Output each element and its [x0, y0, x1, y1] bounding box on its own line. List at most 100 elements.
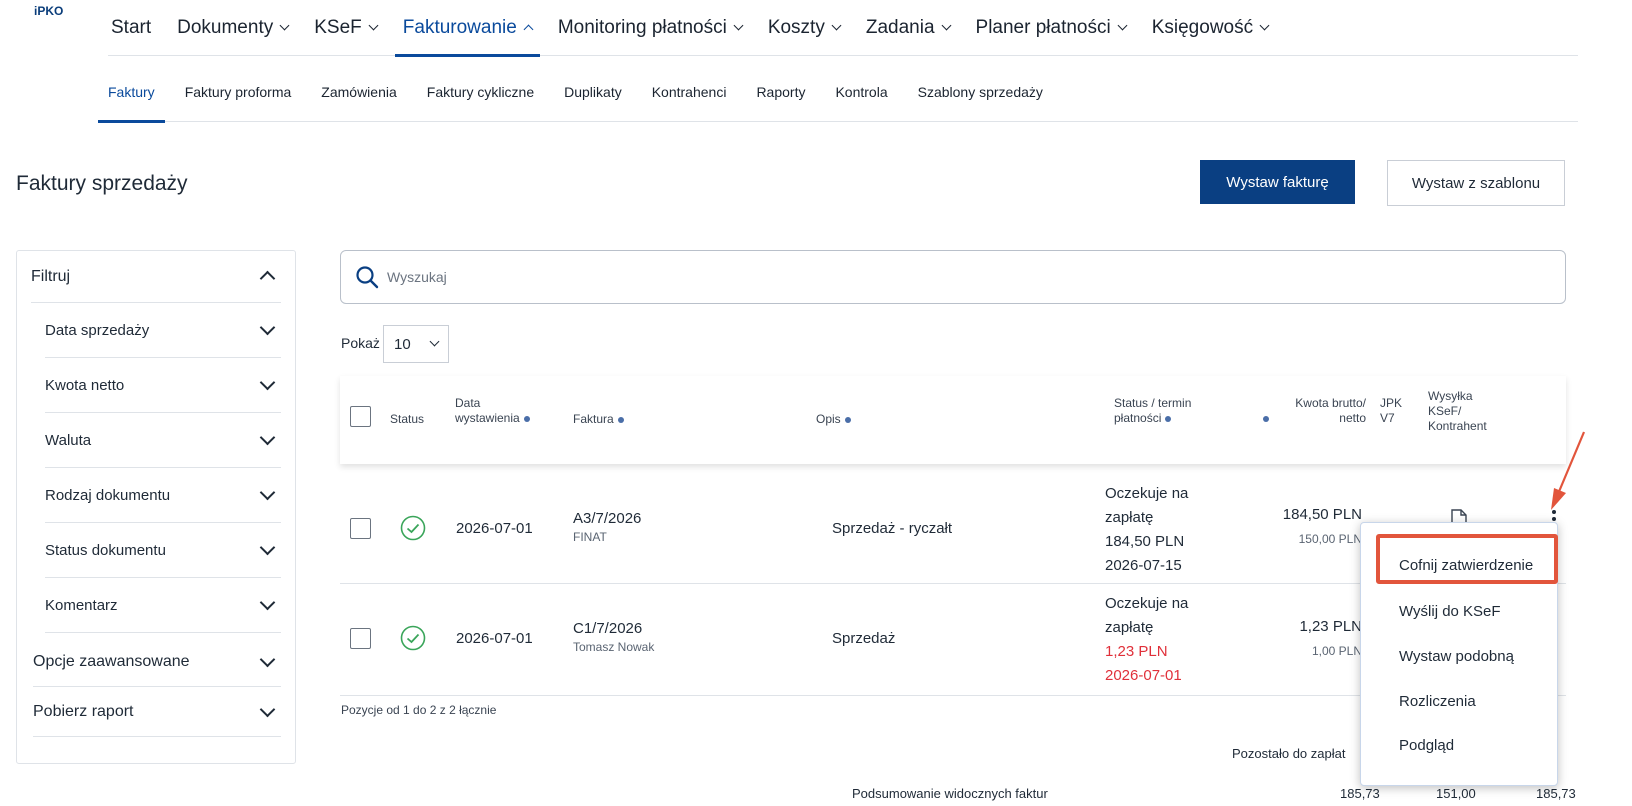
col-invoice[interactable]: Faktura	[573, 412, 624, 427]
chevron-down-icon	[259, 701, 276, 717]
page-title: Faktury sprzedaży	[16, 172, 188, 195]
tab-faktury-cykliczne[interactable]: Faktury cykliczne	[427, 62, 534, 122]
tab-duplikaty[interactable]: Duplikaty	[564, 62, 622, 122]
col-label: V7	[1380, 411, 1395, 425]
chevron-up-icon	[259, 270, 276, 287]
issue-from-template-button[interactable]: Wystaw z szablonu	[1387, 160, 1565, 206]
col-label: Data	[455, 396, 481, 410]
tab-faktury-proforma[interactable]: Faktury proforma	[185, 62, 292, 122]
summary-remaining: 185,73	[1536, 786, 1576, 801]
col-label: netto	[1339, 411, 1366, 425]
filter-label: Data sprzedaży	[45, 321, 150, 339]
invoice-number[interactable]: C1/7/2026	[573, 620, 642, 637]
nav-ksef[interactable]: KSeF	[314, 0, 379, 56]
filter-currency[interactable]: Waluta	[45, 413, 281, 468]
sort-icon[interactable]	[1263, 416, 1269, 422]
search-box	[340, 250, 1566, 304]
menu-issue-similar[interactable]: Wystaw podobną	[1399, 648, 1514, 665]
nav-fakturowanie[interactable]: Fakturowanie	[394, 0, 540, 57]
chevron-down-icon	[259, 651, 276, 667]
filter-label: Komentarz	[45, 596, 118, 614]
col-status-due[interactable]: Status / termin płatności	[1114, 396, 1191, 426]
col-issue-date[interactable]: Data wystawienia	[455, 396, 530, 426]
net-amount: 150,00 PLN	[1298, 532, 1362, 546]
filter-panel: Filtruj Data sprzedaży Kwota netto Walut…	[16, 250, 296, 764]
col-status: Status	[390, 412, 425, 426]
advanced-options[interactable]: Opcje zaawansowane	[33, 637, 281, 687]
nav-label: Księgowość	[1151, 16, 1254, 38]
sort-icon[interactable]	[523, 415, 530, 422]
tab-kontrola[interactable]: Kontrola	[835, 62, 887, 122]
col-label: Wysyłka	[1428, 389, 1473, 403]
due-amount: 184,50 PLN	[1105, 533, 1185, 550]
filter-label: Waluta	[45, 431, 92, 449]
pagination-info: Pozycje od 1 do 2 z 2 łącznie	[341, 703, 497, 717]
payment-status: Oczekuje na zapłatę 184,50 PLN 2026-07-1…	[1105, 482, 1188, 578]
due-amount-overdue: 1,23 PLN	[1105, 643, 1168, 660]
filter-net-amount[interactable]: Kwota netto	[45, 358, 281, 413]
col-label: płatności	[1114, 411, 1162, 425]
nav-monitoring[interactable]: Monitoring płatności	[557, 0, 744, 56]
chevron-down-icon	[259, 429, 276, 446]
nav-label: Koszty	[767, 16, 825, 38]
filter-document-status[interactable]: Status dokumentu	[45, 523, 281, 578]
col-label: Kwota brutto/	[1295, 396, 1366, 410]
search-icon	[356, 266, 379, 289]
chevron-down-icon	[259, 484, 276, 501]
nav-label: Monitoring płatności	[557, 16, 727, 38]
select-all-checkbox[interactable]	[350, 406, 371, 427]
sort-icon[interactable]	[1165, 415, 1172, 422]
tab-kontrahenci[interactable]: Kontrahenci	[652, 62, 727, 122]
app-logo[interactable]: iPKO	[34, 4, 63, 18]
menu-settlements[interactable]: Rozliczenia	[1399, 693, 1476, 710]
download-report-label: Pobierz raport	[33, 702, 134, 720]
nav-start[interactable]: Start	[111, 0, 151, 56]
menu-preview[interactable]: Podgląd	[1399, 737, 1454, 754]
issue-date: 2026-07-01	[456, 630, 533, 647]
tab-szablony[interactable]: Szablony sprzedaży	[918, 62, 1043, 122]
filter-sale-date[interactable]: Data sprzedaży	[45, 303, 281, 358]
due-date-overdue: 2026-07-01	[1105, 667, 1182, 684]
payment-status: Oczekuje na zapłatę 1,23 PLN 2026-07-01	[1105, 592, 1188, 688]
row-checkbox[interactable]	[350, 628, 371, 649]
nav-zadania[interactable]: Zadania	[866, 0, 951, 56]
sort-icon[interactable]	[617, 416, 624, 423]
search-input[interactable]	[387, 269, 1487, 285]
page-size-select[interactable]: 10	[383, 325, 449, 363]
summary-gross: 185,73	[1340, 786, 1380, 801]
download-report[interactable]: Pobierz raport	[33, 687, 281, 737]
menu-send-to-ksef[interactable]: Wyślij do KSeF	[1399, 603, 1501, 620]
nav-planer[interactable]: Planer płatności	[976, 0, 1128, 56]
chevron-up-icon	[523, 24, 534, 35]
nav-dokumenty[interactable]: Dokumenty	[177, 0, 290, 56]
chevron-down-icon	[279, 20, 290, 30]
invoice-number[interactable]: A3/7/2026	[573, 510, 641, 527]
check-circle-icon	[400, 625, 426, 651]
tab-raporty[interactable]: Raporty	[756, 62, 805, 122]
nav-label: Dokumenty	[177, 16, 274, 38]
nav-koszty[interactable]: Koszty	[767, 0, 842, 56]
net-amount: 1,00 PLN	[1311, 644, 1362, 658]
table-header: Status Data wystawienia Faktura Opis Sta…	[340, 376, 1566, 464]
col-label: Opis	[816, 412, 841, 426]
status-text: zapłatę	[1105, 509, 1154, 526]
nav-ksiegowosc[interactable]: Księgowość	[1151, 0, 1270, 56]
advanced-options-label: Opcje zaawansowane	[33, 652, 190, 670]
sort-icon[interactable]	[844, 416, 851, 423]
col-ksef: Wysyłka KSeF/ Kontrahent	[1428, 389, 1487, 434]
filter-header[interactable]: Filtruj	[31, 251, 281, 303]
filter-document-type[interactable]: Rodzaj dokumentu	[45, 468, 281, 523]
filter-label: Status dokumentu	[45, 541, 166, 559]
invoice-description: Sprzedaż - ryczałt	[832, 520, 953, 537]
row-checkbox[interactable]	[350, 518, 371, 539]
filter-comment[interactable]: Komentarz	[45, 578, 281, 633]
status-text: zapłatę	[1105, 619, 1154, 636]
gross-amount: 184,50 PLN	[1282, 506, 1362, 523]
nav-label: Fakturowanie	[402, 16, 517, 38]
col-description[interactable]: Opis	[816, 412, 851, 427]
chevron-down-icon	[1117, 20, 1128, 30]
issue-invoice-button[interactable]: Wystaw fakturę	[1200, 160, 1355, 204]
highlight-box	[1376, 534, 1558, 584]
tab-zamowienia[interactable]: Zamówienia	[321, 62, 396, 122]
tab-faktury[interactable]: Faktury	[98, 62, 165, 123]
